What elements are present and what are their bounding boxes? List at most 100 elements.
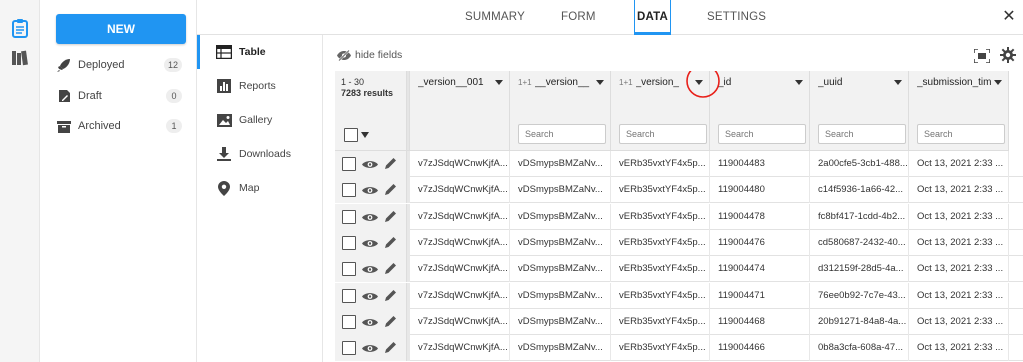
sidebar-item-deployed[interactable]: Deployed 12: [56, 55, 182, 75]
table-cell: 2a00cfe5-3cb1-488...: [810, 151, 909, 177]
new-project-button[interactable]: NEW: [56, 14, 186, 44]
column-menu-caret-icon[interactable]: [596, 80, 604, 85]
row-checkbox[interactable]: [342, 314, 356, 329]
table-cell: 119004478: [710, 203, 810, 230]
row-controls: [335, 229, 407, 256]
table-cell: c14f5936-1a66-42...: [810, 177, 909, 204]
row-checkbox[interactable]: [342, 288, 356, 303]
eye-icon[interactable]: [362, 292, 378, 301]
image-icon: [215, 112, 233, 128]
eye-icon[interactable]: [362, 186, 378, 195]
library-icon[interactable]: [8, 46, 32, 70]
table-cell: vDSmypsBMZaNv...: [510, 177, 611, 204]
table-cell: vERb35vxtYF4x5p...: [611, 229, 710, 256]
close-icon[interactable]: ✕: [1001, 9, 1017, 25]
row-checkbox[interactable]: [342, 262, 356, 277]
table-cell: 119004466: [710, 335, 810, 362]
data-nav-map[interactable]: Map: [197, 171, 323, 205]
tab-summary[interactable]: SUMMARY: [465, 0, 525, 35]
column-menu-caret-icon[interactable]: [695, 80, 703, 85]
pencil-icon[interactable]: [384, 289, 397, 302]
row-checkbox[interactable]: [342, 157, 356, 171]
archive-icon: [56, 118, 72, 134]
hide-fields-button[interactable]: hide fields: [337, 49, 402, 61]
eye-icon[interactable]: [362, 265, 378, 274]
pencil-icon[interactable]: [384, 262, 397, 275]
bar-chart-icon: [215, 78, 233, 94]
fullscreen-icon[interactable]: [973, 48, 991, 64]
row-controls: [335, 308, 407, 335]
pencil-icon[interactable]: [384, 210, 397, 223]
row-checkbox[interactable]: [342, 235, 356, 250]
tab-data[interactable]: DATA: [634, 0, 672, 35]
pencil-icon[interactable]: [384, 183, 397, 196]
column-search-input[interactable]: [917, 124, 1005, 144]
row-checkbox[interactable]: [342, 209, 356, 224]
pencil-icon[interactable]: [384, 236, 397, 249]
table-row: v7zJSdqWCnwKjfA... vDSmypsBMZaNv... vERb35…: [335, 308, 1023, 335]
sidebar-item-draft[interactable]: Draft 0: [56, 86, 182, 106]
data-sidebar: Table Reports Gallery Downloads Map: [197, 35, 323, 362]
row-checkbox[interactable]: [342, 183, 356, 198]
table-cell: 119004471: [710, 282, 810, 309]
column-title[interactable]: _uuid: [818, 77, 902, 88]
table-cell: v7zJSdqWCnwKjfA...: [410, 282, 510, 309]
data-nav-gallery[interactable]: Gallery: [197, 103, 323, 137]
column-title[interactable]: _version__001: [418, 77, 503, 88]
column-menu-caret-icon[interactable]: [894, 80, 902, 85]
row-checkbox[interactable]: [342, 341, 356, 356]
table-cell: vERb35vxtYF4x5p...: [611, 335, 710, 362]
table-cell: vERb35vxtYF4x5p...: [611, 256, 710, 283]
table-cell: v7zJSdqWCnwKjfA...: [410, 177, 510, 204]
column-search-input[interactable]: [619, 124, 707, 144]
table-row: v7zJSdqWCnwKjfA... vDSmypsBMZaNv... vERb35…: [335, 203, 1023, 230]
eye-icon[interactable]: [362, 239, 378, 248]
table-cell: 119004476: [710, 229, 810, 256]
table-cell: vERb35vxtYF4x5p...: [611, 151, 710, 177]
sidebar-item-archived[interactable]: Archived 1: [56, 116, 182, 136]
row-controls: [335, 335, 407, 362]
table-cell: vDSmypsBMZaNv...: [510, 282, 611, 309]
data-nav-reports[interactable]: Reports: [197, 69, 323, 103]
column-title[interactable]: 1+1 __version__: [518, 77, 604, 88]
data-nav-table[interactable]: Table: [197, 35, 323, 69]
pencil-icon[interactable]: [384, 315, 397, 328]
table-cell: Oct 13, 2021 2:33 ...: [909, 308, 1009, 335]
rocket-icon: [56, 57, 72, 73]
column-title[interactable]: 1+1 _version_: [619, 77, 703, 88]
top-nav: SUMMARY FORM DATA SETTINGS ✕: [197, 0, 1023, 35]
tab-settings[interactable]: SETTINGS: [707, 0, 766, 35]
table-cell: vDSmypsBMZaNv...: [510, 151, 611, 177]
gear-icon[interactable]: [1000, 47, 1016, 63]
eye-icon[interactable]: [362, 344, 378, 353]
hide-fields-label: hide fields: [355, 49, 403, 61]
column-menu-caret-icon[interactable]: [795, 80, 803, 85]
table-cell: 119004474: [710, 256, 810, 283]
column-title[interactable]: _submission_tim: [917, 77, 1002, 88]
eye-icon[interactable]: [362, 213, 378, 222]
column-search-input[interactable]: [818, 124, 906, 144]
column-title[interactable]: _id: [718, 77, 803, 88]
column-title-text: _version_: [635, 77, 679, 88]
column-menu-caret-icon[interactable]: [495, 80, 503, 85]
column-search-input[interactable]: [518, 124, 606, 144]
column-title-text: _uuid: [818, 77, 843, 88]
pencil-icon[interactable]: [384, 157, 397, 170]
column-search-input[interactable]: [718, 124, 806, 144]
column-header: _uuid: [810, 71, 909, 151]
tab-form[interactable]: FORM: [561, 0, 596, 35]
table-cell: 0b8a3cfa-608a-47...: [810, 335, 909, 362]
eye-icon[interactable]: [362, 318, 378, 327]
table-cell: v7zJSdqWCnwKjfA...: [410, 335, 510, 362]
pencil-icon[interactable]: [384, 341, 397, 354]
eye-icon[interactable]: [362, 160, 378, 169]
app-rail: [0, 0, 40, 362]
select-all-checkbox[interactable]: [344, 128, 358, 142]
column-title-text: _version__001: [418, 77, 484, 88]
select-menu-caret-icon[interactable]: [361, 132, 369, 138]
clipboard-icon[interactable]: [8, 16, 32, 40]
table-cell: 119004483: [710, 151, 810, 177]
table-row: v7zJSdqWCnwKjfA... vDSmypsBMZaNv... vERb35…: [335, 229, 1023, 256]
column-menu-caret-icon[interactable]: [994, 80, 1002, 85]
data-nav-downloads[interactable]: Downloads: [197, 137, 323, 171]
